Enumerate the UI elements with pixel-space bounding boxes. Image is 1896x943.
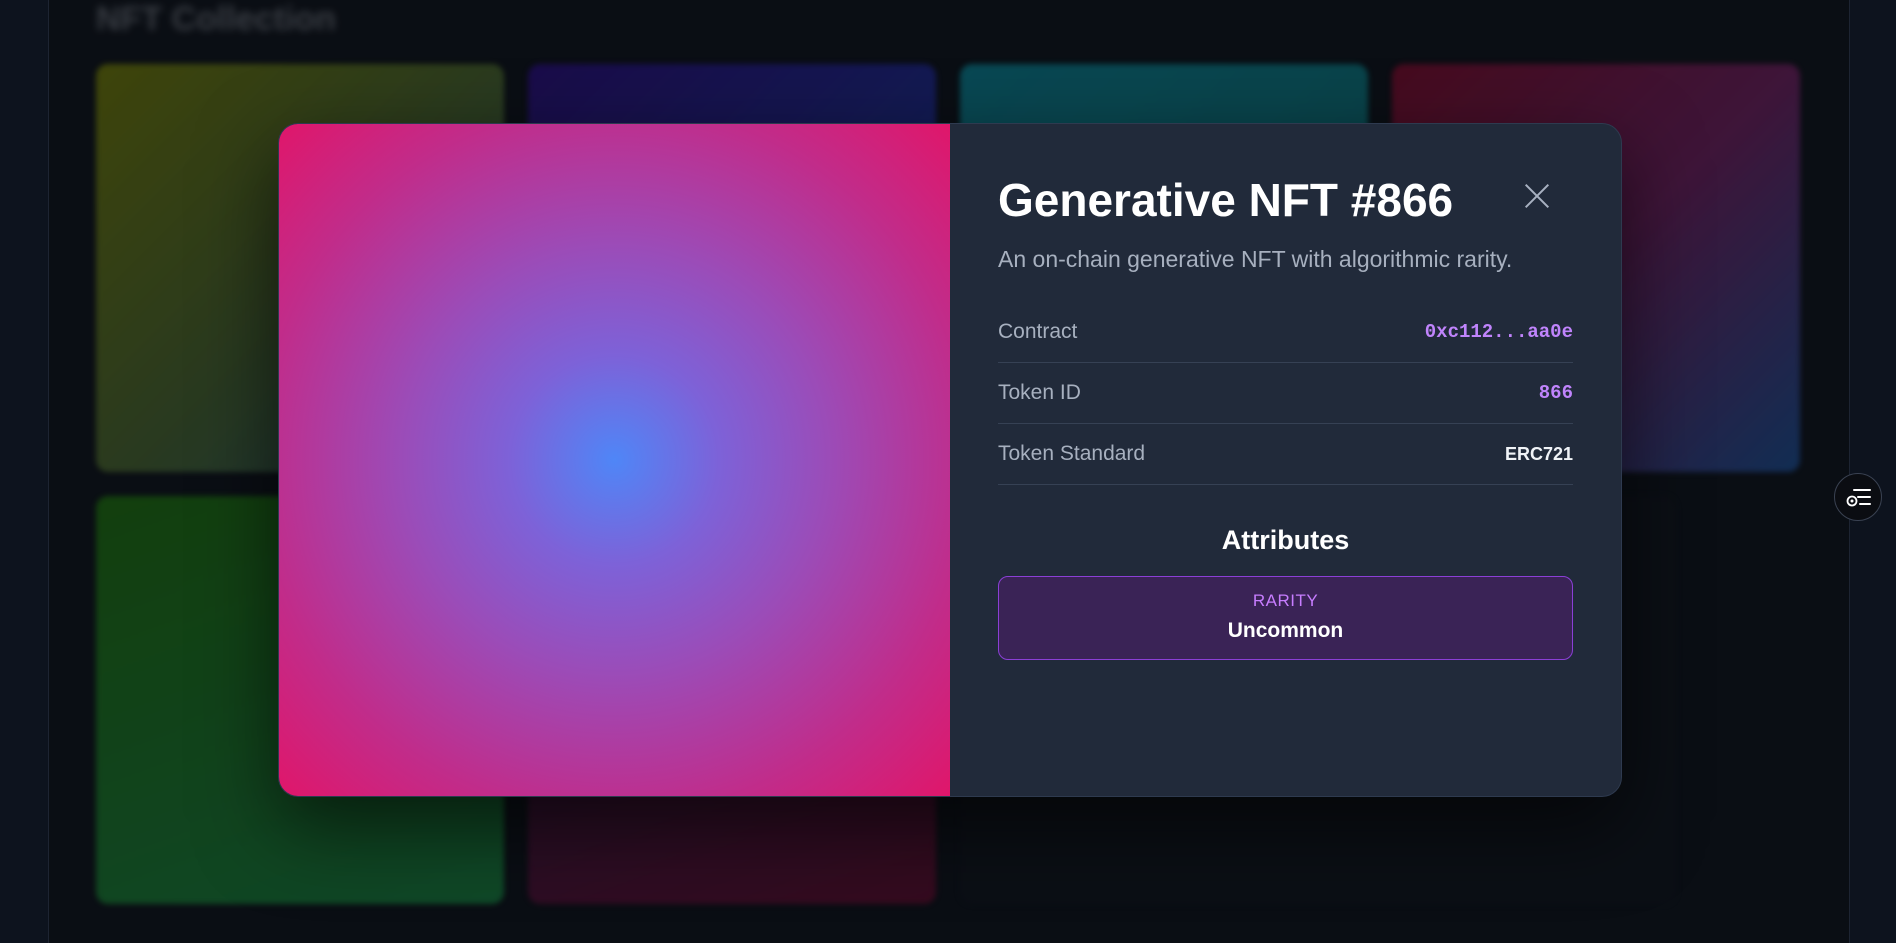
property-row-contract: Contract 0xc112...aa0e	[998, 302, 1573, 363]
nft-artwork	[279, 124, 950, 796]
property-label: Token Standard	[998, 442, 1146, 465]
property-row-token-id: Token ID 866	[998, 363, 1573, 424]
nft-description: An on-chain generative NFT with algorith…	[998, 246, 1513, 272]
nft-detail-modal: Generative NFT #866 An on-chain generati…	[278, 123, 1622, 797]
property-label: Token ID	[998, 381, 1081, 404]
attribute-card-rarity: RARITY Uncommon	[998, 576, 1573, 660]
property-row-token-standard: Token Standard ERC721	[998, 424, 1573, 485]
nft-details-panel: Generative NFT #866 An on-chain generati…	[950, 124, 1621, 796]
property-label: Contract	[998, 320, 1078, 343]
floating-action-button[interactable]	[1834, 473, 1882, 521]
nft-title: Generative NFT #866	[998, 174, 1454, 226]
attribute-type: RARITY	[1252, 591, 1319, 610]
contract-address[interactable]: 0xc112...aa0e	[1425, 321, 1573, 343]
token-standard-value: ERC721	[1504, 443, 1573, 464]
attributes-heading: Attributes	[1221, 525, 1350, 555]
close-icon[interactable]	[1521, 180, 1553, 212]
menu-settings-icon	[1846, 489, 1871, 507]
attribute-value: Uncommon	[1227, 619, 1344, 642]
token-id-value: 866	[1538, 382, 1573, 404]
